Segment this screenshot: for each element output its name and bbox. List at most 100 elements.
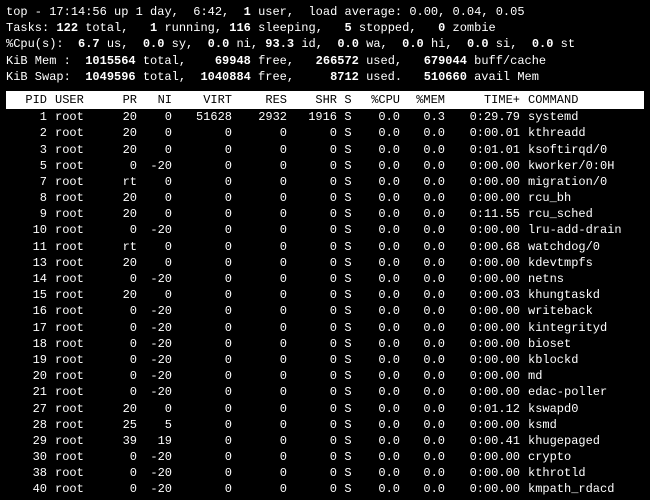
cell-shr: 0 (291, 255, 341, 271)
cell-mem: 0.0 (404, 206, 449, 222)
process-row[interactable]: 13root200000S0.00.00:00.00kdevtmpfs (6, 255, 644, 271)
cell-s: S (341, 417, 359, 433)
process-row[interactable]: 8root200000S0.00.00:00.00rcu_bh (6, 190, 644, 206)
cell-time: 0:00.00 (449, 158, 524, 174)
cell-mem: 0.0 (404, 320, 449, 336)
cell-shr: 0 (291, 287, 341, 303)
col-user[interactable]: USER (51, 92, 106, 108)
process-row[interactable]: 29root3919000S0.00.00:00.41khugepaged (6, 433, 644, 449)
col-s[interactable]: S (341, 92, 359, 108)
cell-shr: 0 (291, 384, 341, 400)
cell-ni: -20 (141, 384, 176, 400)
cell-time: 0:00.41 (449, 433, 524, 449)
cell-res: 0 (236, 352, 291, 368)
process-row[interactable]: 16root0-20000S0.00.00:00.00writeback (6, 303, 644, 319)
cell-ni: -20 (141, 222, 176, 238)
process-row[interactable]: 14root0-20000S0.00.00:00.00netns (6, 271, 644, 287)
cell-pr: 0 (106, 320, 141, 336)
process-row[interactable]: 10root0-20000S0.00.00:00.00lru-add-drain (6, 222, 644, 238)
cell-pid: 7 (6, 174, 51, 190)
cell-time: 0:00.00 (449, 336, 524, 352)
col-res[interactable]: RES (236, 92, 291, 108)
cell-pid: 38 (6, 465, 51, 481)
cell-cpu: 0.0 (359, 190, 404, 206)
cell-pid: 13 (6, 255, 51, 271)
cell-mem: 0.0 (404, 352, 449, 368)
cell-pid: 1 (6, 109, 51, 125)
cell-res: 2932 (236, 109, 291, 125)
process-row[interactable]: 3root200000S0.00.00:01.01ksoftirqd/0 (6, 142, 644, 158)
cell-virt: 0 (176, 352, 236, 368)
process-row[interactable]: 7rootrt0000S0.00.00:00.00migration/0 (6, 174, 644, 190)
cell-shr: 0 (291, 401, 341, 417)
cell-cmd: migration/0 (524, 174, 644, 190)
cell-pid: 10 (6, 222, 51, 238)
cell-res: 0 (236, 174, 291, 190)
process-row[interactable]: 18root0-20000S0.00.00:00.00bioset (6, 336, 644, 352)
process-row[interactable]: 9root200000S0.00.00:11.55rcu_sched (6, 206, 644, 222)
cell-cpu: 0.0 (359, 158, 404, 174)
process-row[interactable]: 5root0-20000S0.00.00:00.00kworker/0:0H (6, 158, 644, 174)
cell-ni: 0 (141, 255, 176, 271)
process-row[interactable]: 30root0-20000S0.00.00:00.00crypto (6, 449, 644, 465)
process-row[interactable]: 19root0-20000S0.00.00:00.00kblockd (6, 352, 644, 368)
cell-shr: 0 (291, 433, 341, 449)
cell-pid: 17 (6, 320, 51, 336)
cell-pr: 20 (106, 255, 141, 271)
cell-pr: 0 (106, 384, 141, 400)
terminal[interactable]: top - 17:14:56 up 1 day, 6:42, 1 user, l… (0, 0, 650, 500)
cell-ni: 0 (141, 190, 176, 206)
col-virt[interactable]: VIRT (176, 92, 236, 108)
cell-s: S (341, 481, 359, 497)
cell-ni: 0 (141, 206, 176, 222)
cell-cmd: watchdog/0 (524, 239, 644, 255)
cell-user: root (51, 352, 106, 368)
cell-shr: 0 (291, 125, 341, 141)
cell-shr: 0 (291, 320, 341, 336)
cell-time: 0:11.55 (449, 206, 524, 222)
col-command[interactable]: COMMAND (524, 92, 644, 108)
col-shr[interactable]: SHR (291, 92, 341, 108)
cell-cmd: kmpath_rdacd (524, 481, 644, 497)
cell-shr: 0 (291, 158, 341, 174)
process-row[interactable]: 38root0-20000S0.00.00:00.00kthrotld (6, 465, 644, 481)
cell-pid: 15 (6, 287, 51, 303)
col-pr[interactable]: PR (106, 92, 141, 108)
process-row[interactable]: 20root0-20000S0.00.00:00.00md (6, 368, 644, 384)
process-row[interactable]: 27root200000S0.00.00:01.12kswapd0 (6, 401, 644, 417)
cell-user: root (51, 158, 106, 174)
cell-mem: 0.0 (404, 287, 449, 303)
cell-s: S (341, 401, 359, 417)
col-mem[interactable]: %MEM (404, 92, 449, 108)
cell-user: root (51, 303, 106, 319)
cell-mem: 0.3 (404, 109, 449, 125)
process-row[interactable]: 21root0-20000S0.00.00:00.00edac-poller (6, 384, 644, 400)
cell-cmd: kthrotld (524, 465, 644, 481)
cell-cpu: 0.0 (359, 336, 404, 352)
process-row[interactable]: 1root2005162829321916S0.00.30:29.79syste… (6, 109, 644, 125)
process-row[interactable]: 11rootrt0000S0.00.00:00.68watchdog/0 (6, 239, 644, 255)
process-row[interactable]: 28root255000S0.00.00:00.00ksmd (6, 417, 644, 433)
cell-virt: 0 (176, 190, 236, 206)
col-time[interactable]: TIME+ (449, 92, 524, 108)
process-row[interactable]: 40root0-20000S0.00.00:00.00kmpath_rdacd (6, 481, 644, 497)
cell-ni: -20 (141, 303, 176, 319)
column-header[interactable]: PID USER PR NI VIRT RES SHR S %CPU %MEM … (6, 91, 644, 109)
col-cpu[interactable]: %CPU (359, 92, 404, 108)
process-row[interactable]: 15root200000S0.00.00:00.03khungtaskd (6, 287, 644, 303)
process-row[interactable]: 2root200000S0.00.00:00.01kthreadd (6, 125, 644, 141)
process-row[interactable]: 17root0-20000S0.00.00:00.00kintegrityd (6, 320, 644, 336)
col-ni[interactable]: NI (141, 92, 176, 108)
cell-shr: 0 (291, 142, 341, 158)
cell-mem: 0.0 (404, 417, 449, 433)
cell-pid: 16 (6, 303, 51, 319)
cell-s: S (341, 125, 359, 141)
cell-mem: 0.0 (404, 255, 449, 271)
cell-user: root (51, 222, 106, 238)
summary-cpu: %Cpu(s): 6.7 us, 0.0 sy, 0.0 ni, 93.3 id… (6, 36, 644, 52)
cell-cpu: 0.0 (359, 352, 404, 368)
col-pid[interactable]: PID (6, 92, 51, 108)
cell-shr: 0 (291, 465, 341, 481)
cell-cpu: 0.0 (359, 287, 404, 303)
cell-ni: 0 (141, 142, 176, 158)
